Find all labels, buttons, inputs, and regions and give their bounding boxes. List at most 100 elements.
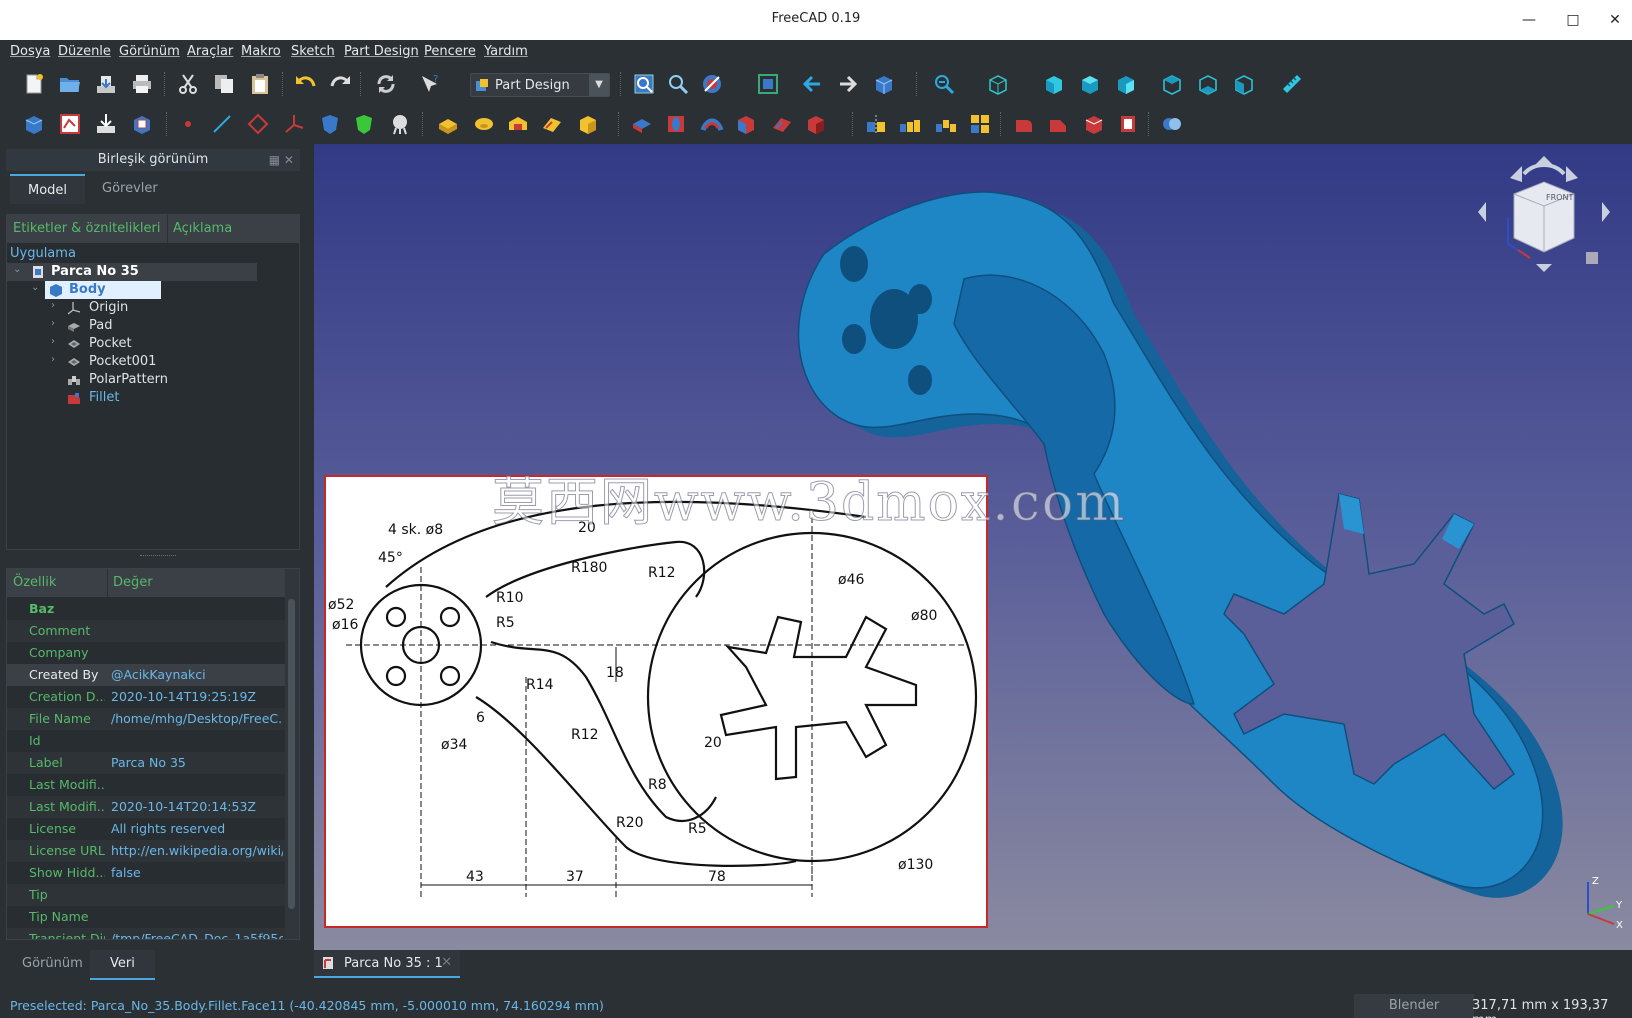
property-value[interactable]: false <box>111 865 283 880</box>
property-value[interactable]: /tmp/FreeCAD_Doc_1a5f95c... <box>111 931 283 939</box>
draw-style-icon[interactable] <box>700 72 724 96</box>
back-icon[interactable] <box>800 72 824 96</box>
tree-item-polarpattern[interactable]: PolarPattern <box>7 371 299 389</box>
cut-icon[interactable] <box>176 72 200 96</box>
view-bottom-icon[interactable] <box>1196 72 1220 96</box>
datum-point-icon[interactable] <box>176 112 200 136</box>
property-scrollbar[interactable] <box>285 569 299 939</box>
tree-col-description[interactable]: Açıklama <box>173 221 232 236</box>
property-row[interactable]: License URL http://en.wikipedia.org/wiki/… <box>7 840 285 862</box>
create-body-icon[interactable] <box>22 112 46 136</box>
undo-icon[interactable] <box>294 72 318 96</box>
additive-loft-icon[interactable] <box>506 112 530 136</box>
property-row[interactable]: Transient Dir/tmp/FreeCAD_Doc_1a5f95c... <box>7 928 285 939</box>
fillet-tool-icon[interactable] <box>1012 112 1036 136</box>
bounding-box-icon[interactable] <box>756 72 780 96</box>
new-file-icon[interactable] <box>22 72 46 96</box>
tab-veri[interactable]: Veri <box>90 950 155 980</box>
property-row[interactable]: Show Hidd... false <box>7 862 285 884</box>
scrollbar-thumb[interactable] <box>288 599 295 909</box>
menu-pencere[interactable]: Pencere <box>424 44 476 59</box>
open-file-icon[interactable] <box>58 72 82 96</box>
navigation-style-button[interactable]: Blender <box>1354 994 1474 1018</box>
save-icon[interactable] <box>94 72 118 96</box>
boolean-icon[interactable] <box>1160 112 1184 136</box>
attach-sketch-icon[interactable] <box>94 112 118 136</box>
menu-duzenle[interactable]: Düzenle <box>58 44 111 59</box>
mirrored-icon[interactable] <box>864 112 888 136</box>
create-sketch-icon[interactable] <box>58 112 82 136</box>
menu-part-design[interactable]: Part Design <box>344 44 419 59</box>
property-value[interactable]: /home/mhg/Desktop/FreeC... <box>111 711 283 726</box>
property-row[interactable]: Creation D... 2020-10-14T19:25:19Z <box>7 686 285 708</box>
chevron-down-icon[interactable]: ▼ <box>589 74 609 96</box>
tab-model[interactable]: Model <box>10 174 86 204</box>
minimize-icon[interactable]: — <box>1516 8 1542 32</box>
pocket-tool-icon[interactable] <box>630 112 654 136</box>
copy-icon[interactable] <box>212 72 236 96</box>
property-group[interactable]: Baz <box>7 598 285 620</box>
property-value[interactable]: All rights reserved <box>111 821 283 836</box>
document-tab[interactable]: Parca No 35 : 1 ✕ <box>314 950 460 978</box>
polar-pattern-tool-icon[interactable] <box>934 112 958 136</box>
property-row[interactable]: Company <box>7 642 285 664</box>
property-row[interactable]: Last Modifi... 2020-10-14T20:14:53Z <box>7 796 285 818</box>
subtractive-primitive-icon[interactable] <box>804 112 828 136</box>
property-row[interactable]: Id <box>7 730 285 752</box>
property-value[interactable]: Parca No 35 <box>111 755 283 770</box>
shape-binder-icon[interactable] <box>318 112 342 136</box>
property-row[interactable]: File Name/home/mhg/Desktop/FreeC... <box>7 708 285 730</box>
menu-gorunum[interactable]: Görünüm <box>119 44 180 59</box>
prop-col-property[interactable]: Özellik <box>13 575 56 590</box>
chevron-right-icon[interactable]: › <box>51 336 55 347</box>
property-value[interactable]: @AcikKaynakci <box>111 667 283 682</box>
close-icon[interactable]: ✕ <box>441 955 452 970</box>
float-close-icons[interactable]: ▦ ✕ <box>269 149 294 171</box>
tab-gorevler[interactable]: Görevler <box>84 174 176 204</box>
multitransform-icon[interactable] <box>968 112 992 136</box>
validate-sketch-icon[interactable] <box>130 112 154 136</box>
groove-icon[interactable] <box>700 112 724 136</box>
tree-item-pocket[interactable]: › Pocket <box>7 335 299 353</box>
subtractive-loft-icon[interactable] <box>734 112 758 136</box>
clone-icon[interactable] <box>388 112 412 136</box>
menu-yardim[interactable]: Yardım <box>484 44 528 59</box>
thickness-icon[interactable] <box>1116 112 1140 136</box>
property-row-selected[interactable]: Created By @AcikKaynakci <box>7 664 285 686</box>
chevron-right-icon[interactable]: › <box>51 300 55 311</box>
measure-icon[interactable] <box>1280 72 1304 96</box>
local-cs-icon[interactable] <box>282 112 306 136</box>
maximize-icon[interactable]: □ <box>1560 8 1586 32</box>
tree-item-pocket001[interactable]: › Pocket001 <box>7 353 299 371</box>
property-value[interactable]: 2020-10-14T20:14:53Z <box>111 799 283 814</box>
fit-selection-icon[interactable] <box>666 72 690 96</box>
print-icon[interactable] <box>130 72 154 96</box>
tree-item-fillet[interactable]: Fillet <box>7 389 299 407</box>
fit-all-icon[interactable] <box>632 72 656 96</box>
forward-icon[interactable] <box>836 72 860 96</box>
property-value[interactable]: http://en.wikipedia.org/wiki/... <box>111 843 283 858</box>
view-rear-icon[interactable] <box>1160 72 1184 96</box>
tab-gorunum[interactable]: Görünüm <box>2 950 103 980</box>
draft-icon[interactable] <box>1082 112 1106 136</box>
property-row[interactable]: Comment <box>7 620 285 642</box>
pad-icon[interactable] <box>436 112 460 136</box>
menu-sketch[interactable]: Sketch <box>291 44 335 59</box>
additive-primitive-icon[interactable] <box>576 112 600 136</box>
chevron-down-icon[interactable]: ⌄ <box>13 264 21 275</box>
property-row[interactable]: Tip Name <box>7 906 285 928</box>
paste-icon[interactable] <box>248 72 272 96</box>
property-row[interactable]: Last Modifi... <box>7 774 285 796</box>
tree-item-origin[interactable]: › Origin <box>7 299 299 317</box>
menu-araclar[interactable]: Araçlar <box>187 44 233 59</box>
datum-plane-icon[interactable] <box>246 112 270 136</box>
chamfer-icon[interactable] <box>1046 112 1070 136</box>
subshape-binder-icon[interactable] <box>352 112 376 136</box>
view-front-icon[interactable] <box>1042 72 1066 96</box>
tree-col-labels[interactable]: Etiketler & öznitelikleri <box>13 221 160 236</box>
property-value[interactable]: 2020-10-14T19:25:19Z <box>111 689 283 704</box>
whats-this-icon[interactable]: ? <box>418 72 442 96</box>
chevron-down-icon[interactable]: ⌄ <box>31 282 39 293</box>
refresh-icon[interactable] <box>374 72 398 96</box>
3d-viewport[interactable]: 4 sk. ø8 45° 20 R180 R12 ø52 ø16 R10 R5 … <box>314 144 1632 950</box>
